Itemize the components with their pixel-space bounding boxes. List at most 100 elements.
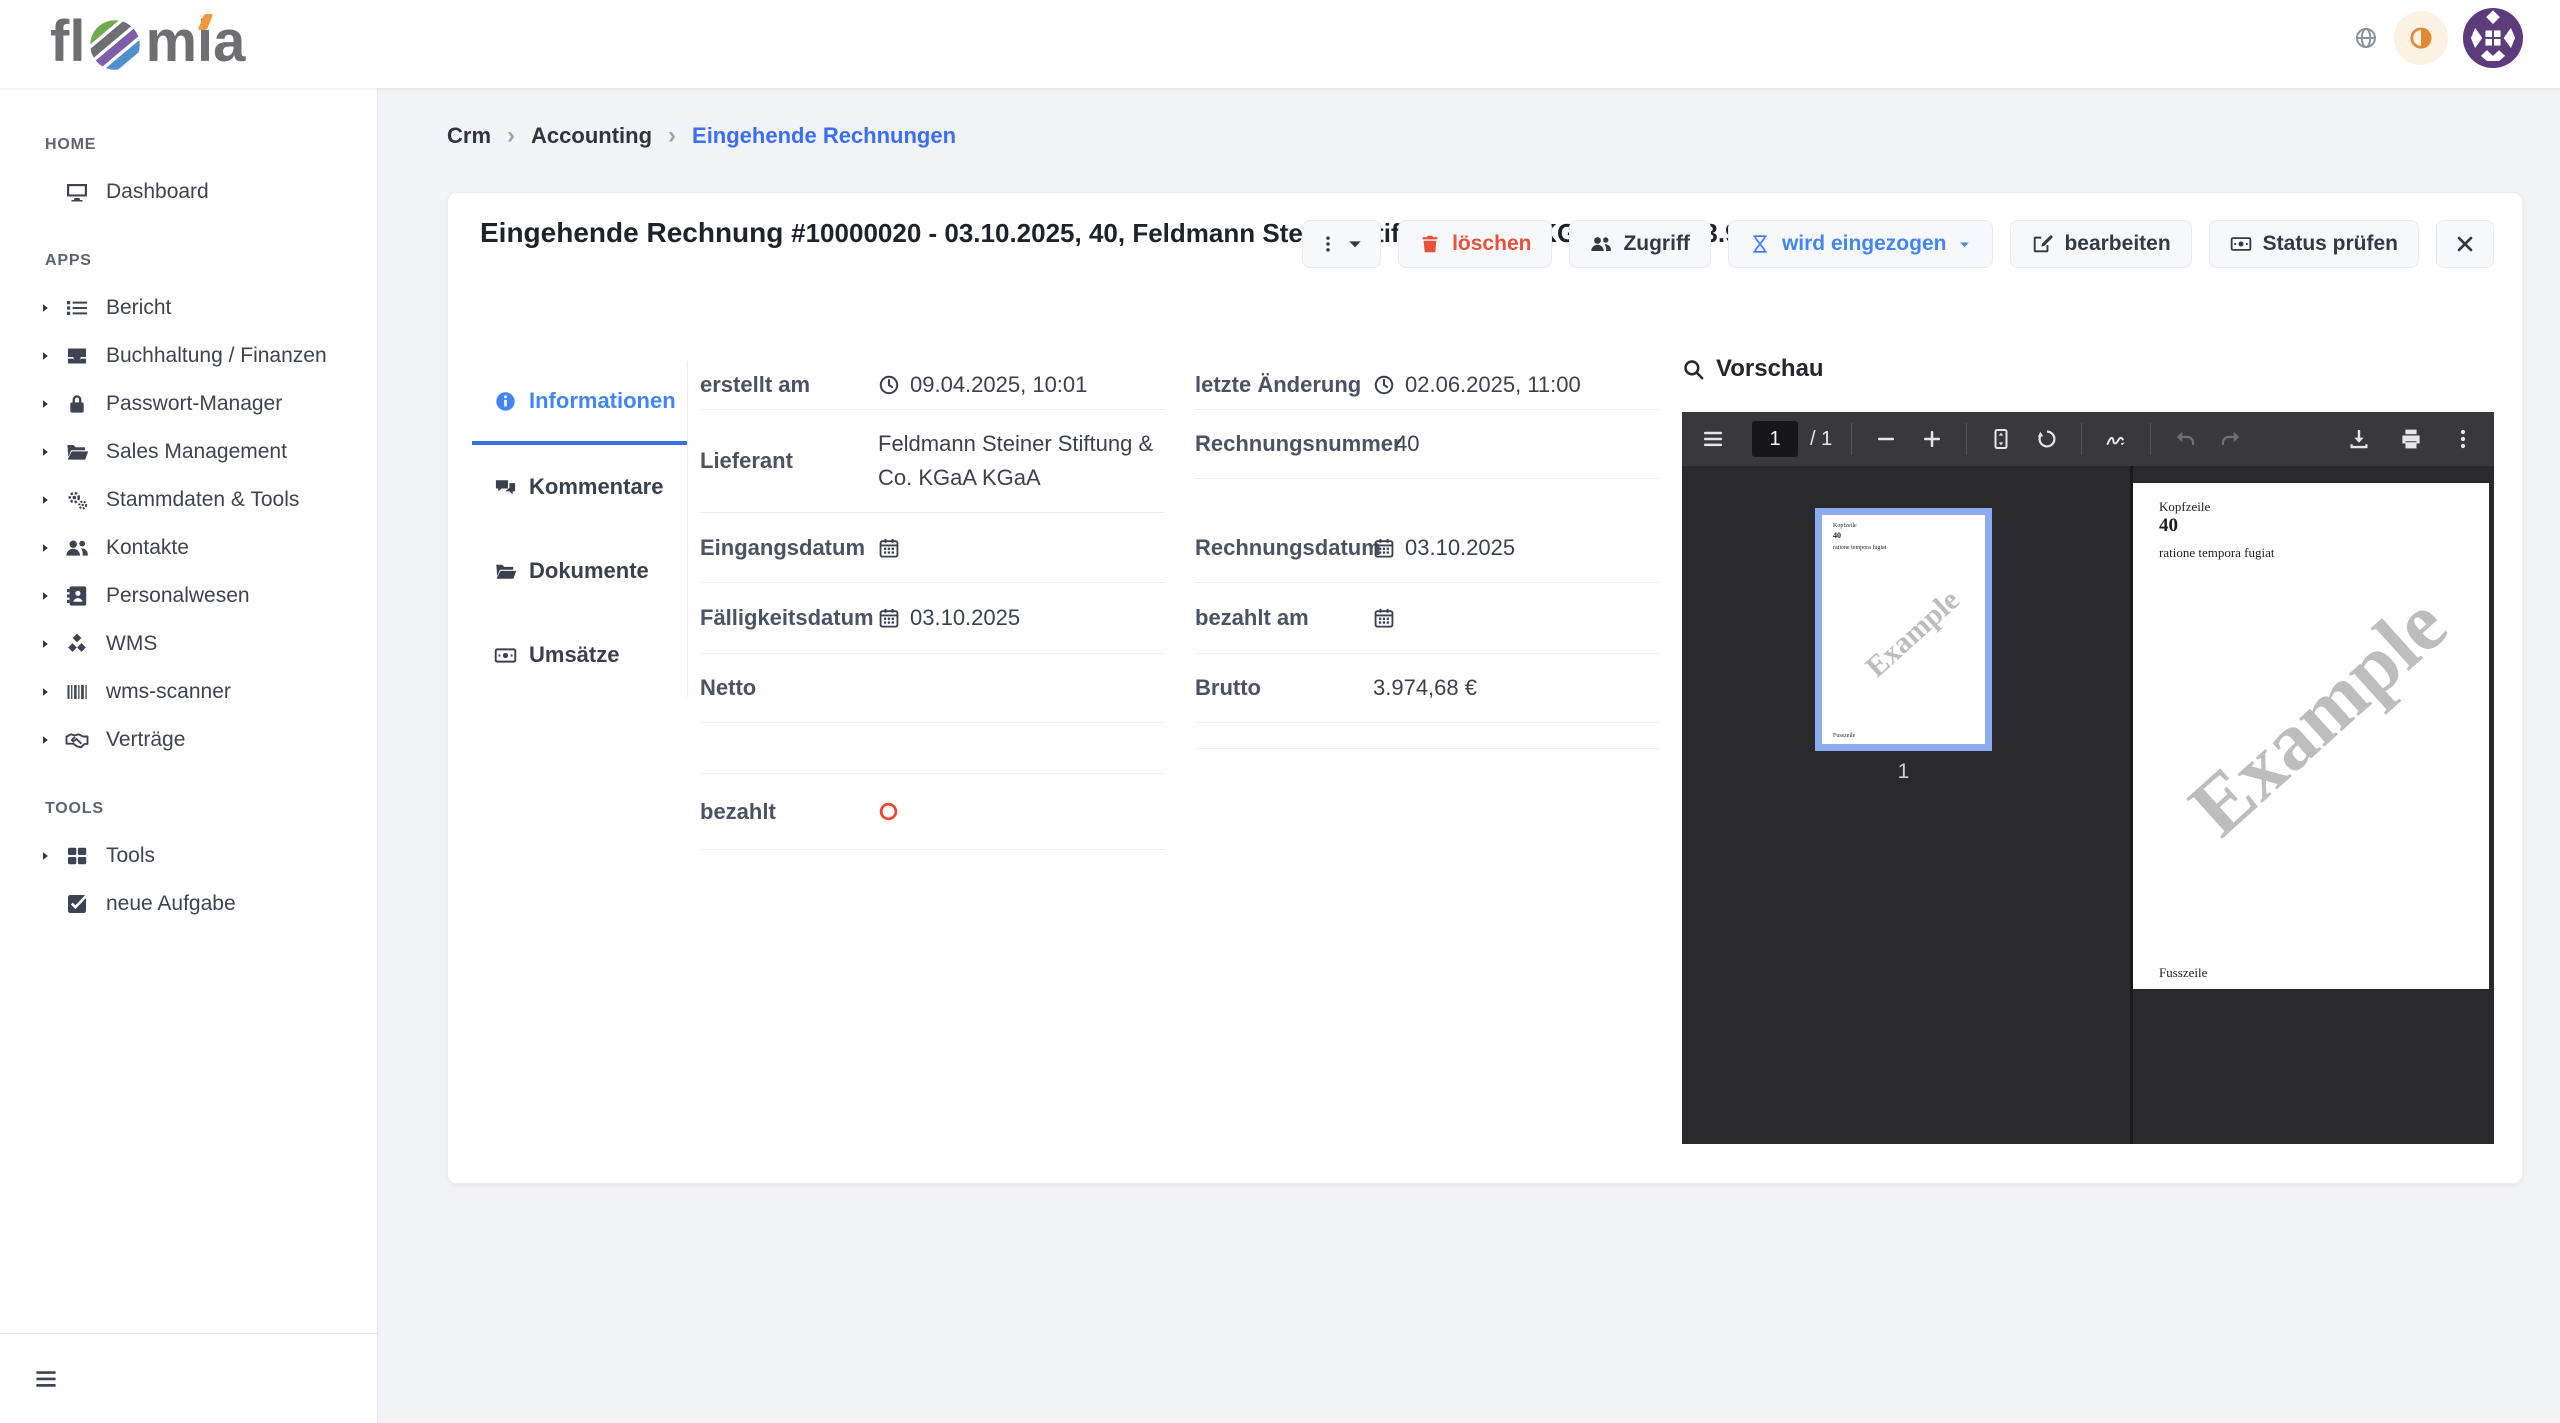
barcode-icon bbox=[65, 680, 89, 704]
check-status-button[interactable]: Status prüfen bbox=[2209, 220, 2419, 268]
brutto-value: 3.974,68 € bbox=[1373, 671, 1477, 705]
field-spacer-row bbox=[1195, 723, 1660, 749]
calendar-icon[interactable] bbox=[1373, 607, 1395, 629]
toggle-sidebar-icon[interactable] bbox=[1698, 424, 1728, 454]
redo-icon[interactable] bbox=[2216, 424, 2246, 454]
field-column-left: erstellt am 09.04.2025, 10:01 Lieferant … bbox=[700, 361, 1165, 850]
caret-right-icon bbox=[38, 685, 52, 699]
page-number-input[interactable] bbox=[1752, 421, 1798, 457]
zoom-in-icon[interactable] bbox=[1917, 424, 1947, 454]
field-lieferant: Lieferant Feldmann Steiner Stiftung & Co… bbox=[700, 410, 1165, 513]
breadcrumb-separator: › bbox=[507, 122, 515, 150]
undo-icon[interactable] bbox=[2170, 424, 2200, 454]
rechnungsdatum-value[interactable]: 03.10.2025 bbox=[1373, 531, 1515, 565]
rechnungsnummer-value: 40 bbox=[1395, 427, 1419, 461]
sidebar-item-wms-scanner[interactable]: wms-scanner bbox=[0, 668, 377, 716]
breadcrumb-crm[interactable]: Crm bbox=[447, 123, 491, 149]
rotate-icon[interactable] bbox=[2032, 424, 2062, 454]
access-button[interactable]: Zugriff bbox=[1569, 220, 1710, 268]
letzte-aenderung-value: 02.06.2025, 11:00 bbox=[1373, 368, 1581, 402]
app-header: fl m i a bbox=[0, 0, 2560, 88]
sidebar-item-dashboard[interactable]: Dashboard bbox=[0, 168, 377, 216]
edit-button[interactable]: bearbeiten bbox=[2010, 220, 2191, 268]
close-button[interactable] bbox=[2436, 220, 2494, 268]
field-bezahlt: bezahlt bbox=[700, 774, 1165, 850]
sidebar-section-tools: TOOLS bbox=[45, 800, 377, 818]
fit-page-icon[interactable] bbox=[1986, 424, 2016, 454]
grid-icon bbox=[65, 844, 89, 868]
calendar-icon[interactable] bbox=[878, 537, 900, 559]
breadcrumb: Crm › Accounting › Eingehende Rechnungen bbox=[447, 122, 956, 150]
caret-right-icon bbox=[38, 349, 52, 363]
sidebar-section-apps: APPS bbox=[45, 252, 377, 270]
caret-right-icon bbox=[38, 493, 52, 507]
language-globe-icon[interactable] bbox=[2354, 26, 2378, 50]
zoom-out-icon[interactable] bbox=[1871, 424, 1901, 454]
ink-annotation-icon[interactable] bbox=[2101, 424, 2131, 454]
close-x-icon bbox=[2454, 233, 2476, 255]
caret-right-icon bbox=[38, 637, 52, 651]
sidebar-item-bericht[interactable]: Bericht bbox=[0, 284, 377, 332]
sidebar-item-personalwesen[interactable]: Personalwesen bbox=[0, 572, 377, 620]
pdf-page: Kopfzeile 40 ratione tempora fugiat Exam… bbox=[2133, 483, 2489, 989]
more-actions-button[interactable] bbox=[1302, 220, 1381, 268]
lock-icon bbox=[65, 392, 89, 416]
unpaid-circle-icon[interactable] bbox=[878, 801, 899, 822]
sidebar-item-stammdaten-tools[interactable]: Stammdaten & Tools bbox=[0, 476, 377, 524]
pen-square-icon bbox=[2031, 233, 2053, 255]
page-pane: Kopfzeile 40 ratione tempora fugiat Exam… bbox=[2133, 466, 2494, 1144]
field-rechnungsnummer: Rechnungsnummer 40 bbox=[1195, 410, 1660, 479]
field-bezahlt-am: bezahlt am bbox=[1195, 583, 1660, 654]
field-letzte-aenderung: letzte Änderung 02.06.2025, 11:00 bbox=[1195, 361, 1660, 410]
inbox-icon bbox=[65, 344, 89, 368]
caret-right-icon bbox=[38, 445, 52, 459]
user-avatar[interactable] bbox=[2462, 7, 2524, 69]
status-dropdown-button[interactable]: wird eingezogen bbox=[1728, 220, 1994, 268]
invoice-card: Eingehende Rechnung #10000020 - 03.10.20… bbox=[447, 192, 2523, 1184]
bezahlt-am-value[interactable] bbox=[1373, 607, 1405, 629]
caret-right-icon bbox=[38, 733, 52, 747]
tab-kommentare[interactable]: Kommentare bbox=[472, 445, 687, 529]
desktop-icon bbox=[65, 180, 89, 204]
tab-dokumente[interactable]: Dokumente bbox=[472, 529, 687, 613]
money-bill-icon bbox=[494, 644, 517, 667]
lieferant-value: Feldmann Steiner Stiftung & Co. KGaA KGa… bbox=[878, 427, 1165, 495]
sidebar-item-sales-management[interactable]: Sales Management bbox=[0, 428, 377, 476]
info-circle-icon bbox=[494, 390, 517, 413]
sidebar-item-passwort-manager[interactable]: Passwort-Manager bbox=[0, 380, 377, 428]
sidebar: HOME Dashboard APPS Bericht Buchhaltung … bbox=[0, 88, 378, 1423]
clock-icon bbox=[878, 374, 900, 396]
sidebar-item-buchhaltung-finanzen[interactable]: Buchhaltung / Finanzen bbox=[0, 332, 377, 380]
collapse-sidebar-hamburger-icon[interactable] bbox=[33, 1366, 59, 1392]
erstellt-am-value: 09.04.2025, 10:01 bbox=[878, 368, 1087, 402]
app-logo[interactable]: fl m i a bbox=[50, 8, 245, 75]
detail-tabs: Informationen Kommentare Dokumente Umsät… bbox=[472, 361, 688, 697]
breadcrumb-accounting[interactable]: Accounting bbox=[531, 123, 652, 149]
action-button-row: löschen Zugriff wird eingezogen bearbeit… bbox=[1302, 220, 2494, 268]
eingangsdatum-value[interactable] bbox=[878, 537, 910, 559]
sidebar-item-wms[interactable]: WMS bbox=[0, 620, 377, 668]
print-icon[interactable] bbox=[2396, 424, 2426, 454]
calendar-icon[interactable] bbox=[878, 607, 900, 629]
sidebar-item-tools[interactable]: Tools bbox=[0, 832, 377, 880]
calendar-icon[interactable] bbox=[1373, 537, 1395, 559]
page-thumbnail[interactable]: Kopfzeile 40 ratione tempora fugiat Exam… bbox=[1815, 508, 1992, 751]
field-gap bbox=[1195, 479, 1660, 513]
delete-button[interactable]: löschen bbox=[1398, 220, 1552, 268]
faelligkeitsdatum-value[interactable]: 03.10.2025 bbox=[878, 601, 1020, 635]
sidebar-item-vertraege[interactable]: Verträge bbox=[0, 716, 377, 764]
caret-right-icon bbox=[38, 301, 52, 315]
theme-toggle-button[interactable] bbox=[2394, 11, 2448, 65]
bezahlt-value[interactable] bbox=[878, 801, 899, 822]
caret-right-icon bbox=[38, 397, 52, 411]
toolbar-more-icon[interactable] bbox=[2448, 424, 2478, 454]
tab-umsaetze[interactable]: Umsätze bbox=[472, 613, 687, 697]
breadcrumb-eingehende-rechnungen[interactable]: Eingehende Rechnungen bbox=[692, 123, 956, 149]
cubes-icon bbox=[65, 632, 89, 656]
sidebar-item-kontakte[interactable]: Kontakte bbox=[0, 524, 377, 572]
sidebar-item-neue-aufgabe[interactable]: neue Aufgabe bbox=[0, 880, 377, 928]
check-square-icon bbox=[65, 892, 89, 916]
tab-informationen[interactable]: Informationen bbox=[472, 361, 687, 445]
handshake-icon bbox=[65, 728, 89, 752]
download-icon[interactable] bbox=[2344, 424, 2374, 454]
